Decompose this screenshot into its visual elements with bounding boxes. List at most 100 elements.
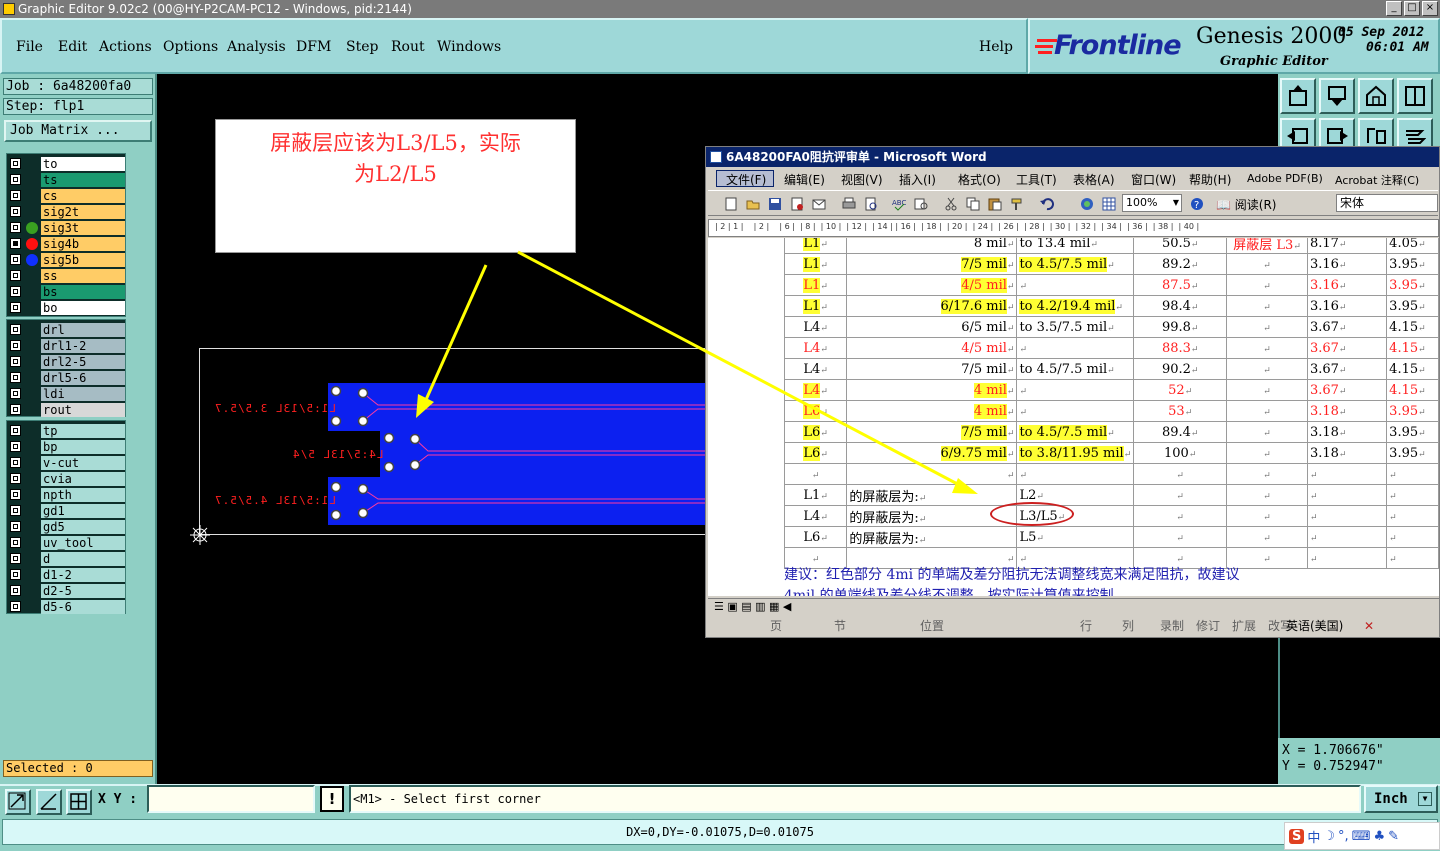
layer-name[interactable]: sig2t — [41, 205, 125, 219]
table-cell[interactable]: ↵ — [1016, 379, 1135, 401]
table-cell[interactable]: 6/17.6 mil↵ — [846, 295, 1018, 317]
word-menu-table[interactable]: 表格(A) — [1073, 171, 1115, 188]
layer-row-ts[interactable]: ts — [7, 172, 125, 188]
layer-checkbox[interactable] — [10, 569, 21, 580]
table-cell[interactable]: to 4.2/19.4 mil↵ — [1016, 295, 1135, 317]
word-menu-help[interactable]: 帮助(H) — [1189, 171, 1231, 188]
open-folder-icon[interactable] — [746, 197, 760, 211]
status-language[interactable]: 英语(美国) — [1286, 617, 1343, 636]
layer-checkbox[interactable] — [10, 372, 21, 383]
table-cell[interactable]: ↵ — [1306, 526, 1388, 548]
table-cell[interactable]: ↵ — [1306, 484, 1388, 506]
table-cell[interactable]: 4/5 mil↵ — [846, 274, 1018, 296]
table-cell[interactable]: L6↵ — [783, 421, 848, 443]
layer-name[interactable]: ss — [41, 269, 125, 283]
table-cell[interactable]: ↵ — [1226, 337, 1308, 359]
print-icon[interactable] — [842, 197, 856, 211]
table-cell[interactable]: 3.67↵ — [1306, 337, 1388, 359]
layer-checkbox[interactable] — [10, 505, 21, 516]
layer-row-d5-6[interactable]: d5-6 — [7, 599, 125, 615]
table-cell[interactable]: 89.4↵ — [1133, 421, 1228, 443]
help-icon[interactable]: ? — [1190, 197, 1204, 211]
table-cell[interactable]: 4/5 mil↵ — [846, 337, 1018, 359]
research-icon[interactable] — [914, 197, 928, 211]
layer-checkbox[interactable] — [10, 473, 21, 484]
layer-name[interactable]: drl1-2 — [41, 339, 125, 353]
table-cell[interactable]: 8.17↵ — [1306, 238, 1388, 254]
table-cell[interactable]: ↵ — [1386, 505, 1439, 527]
table-cell[interactable]: 3.18↵ — [1306, 442, 1388, 464]
menu-actions[interactable]: Actions — [99, 39, 152, 55]
menu-step[interactable]: Step — [346, 39, 378, 55]
table-cell[interactable]: 3.16↵ — [1306, 295, 1388, 317]
table-cell[interactable]: 4 mil↵ — [846, 400, 1018, 422]
table-cell[interactable]: 52↵ — [1133, 379, 1228, 401]
table-cell[interactable]: 53↵ — [1133, 400, 1228, 422]
layer-name[interactable]: d2-5 — [41, 584, 125, 598]
table-cell[interactable]: L1↵ — [783, 274, 848, 296]
table-cell[interactable]: 7/5 mil↵ — [846, 358, 1018, 380]
table-cell[interactable]: 87.5↵ — [1133, 274, 1228, 296]
table-cell[interactable]: ↵ — [1016, 400, 1135, 422]
table-cell[interactable]: 3.16↵ — [1306, 274, 1388, 296]
layer-row-drl5-6[interactable]: drl5-6 — [7, 370, 125, 386]
word-menu-acrobat[interactable]: Acrobat 注释(C) — [1335, 172, 1419, 188]
new-doc-icon[interactable] — [724, 197, 738, 211]
layer-row-cvia[interactable]: cvia — [7, 471, 125, 487]
layer-name[interactable]: cvia — [41, 472, 125, 486]
table-cell[interactable]: ↵ — [1386, 484, 1439, 506]
layer-checkbox[interactable] — [10, 425, 21, 436]
layer-name[interactable]: gd5 — [41, 520, 125, 534]
read-mode-button[interactable]: 📖 阅读(R) — [1216, 196, 1276, 213]
minimize-button[interactable]: _ — [1386, 1, 1402, 16]
word-menu-file[interactable]: 文件(F) — [726, 171, 766, 188]
table-cell[interactable]: 8 mil↵ — [846, 238, 1018, 254]
menu-analysis[interactable]: Analysis — [227, 39, 286, 55]
menu-dfm[interactable]: DFM — [296, 39, 331, 55]
layer-checkbox[interactable] — [10, 489, 21, 500]
layer-row-sig3t[interactable]: sig3t — [7, 220, 125, 236]
word-menu-adobe-pdf[interactable]: Adobe PDF(B) — [1247, 172, 1323, 185]
layer-row-sig5b[interactable]: sig5b — [7, 252, 125, 268]
menu-file[interactable]: File — [16, 39, 43, 55]
layer-name[interactable]: uv_tool — [41, 536, 125, 550]
close-button[interactable]: × — [1422, 1, 1438, 16]
warning-button[interactable]: ! — [320, 786, 344, 812]
table-cell[interactable]: 4 mil↵ — [846, 379, 1018, 401]
layer-checkbox[interactable] — [10, 521, 21, 532]
zoom-fit-button[interactable] — [5, 789, 31, 815]
table-cell[interactable]: 4.15↵ — [1386, 316, 1439, 338]
table-cell[interactable]: to 13.4 mil↵ — [1016, 238, 1135, 254]
layer-name[interactable]: d1-2 — [41, 568, 125, 582]
table-cell[interactable]: 6/5 mil↵ — [846, 316, 1018, 338]
layer-name[interactable]: drl5-6 — [41, 371, 125, 385]
table-cell[interactable]: ↵ — [783, 463, 848, 485]
menu-rout[interactable]: Rout — [391, 39, 425, 55]
table-cell[interactable]: ↵ — [1226, 379, 1308, 401]
table-cell[interactable]: 3.95↵ — [1386, 421, 1439, 443]
table-cell[interactable]: ↵ — [1306, 505, 1388, 527]
layer-row-gd5[interactable]: gd5 — [7, 519, 125, 535]
window-tool-button[interactable] — [1397, 78, 1433, 114]
email-icon[interactable] — [812, 197, 826, 211]
format-painter-icon[interactable] — [1010, 197, 1024, 211]
sogou-ime-icon[interactable]: S — [1289, 828, 1305, 844]
table-cell[interactable]: L1↵ — [783, 238, 848, 254]
table-cell[interactable]: ↵ — [1133, 505, 1228, 527]
layer-row-d1-2[interactable]: d1-2 — [7, 567, 125, 583]
layer-name[interactable]: sig4b — [41, 237, 125, 251]
layer-row-sig4b[interactable]: sig4b — [7, 236, 125, 252]
layer-row-bp[interactable]: bp — [7, 439, 125, 455]
table-cell[interactable]: L6↵ — [783, 526, 848, 548]
table-cell[interactable]: 88.3↵ — [1133, 337, 1228, 359]
table-cell[interactable]: 7/5 mil↵ — [846, 421, 1018, 443]
cut-icon[interactable] — [944, 197, 958, 211]
layer-checkbox[interactable] — [10, 286, 21, 297]
table-cell[interactable]: 4.15↵ — [1386, 337, 1439, 359]
layer-checkbox[interactable] — [10, 340, 21, 351]
layer-name[interactable]: rout — [41, 403, 125, 417]
layer-row-drl[interactable]: drl — [7, 322, 125, 338]
maximize-button[interactable]: □ — [1404, 1, 1420, 16]
table-cell[interactable]: 7/5 mil↵ — [846, 253, 1018, 275]
layer-row-tp[interactable]: tp — [7, 423, 125, 439]
